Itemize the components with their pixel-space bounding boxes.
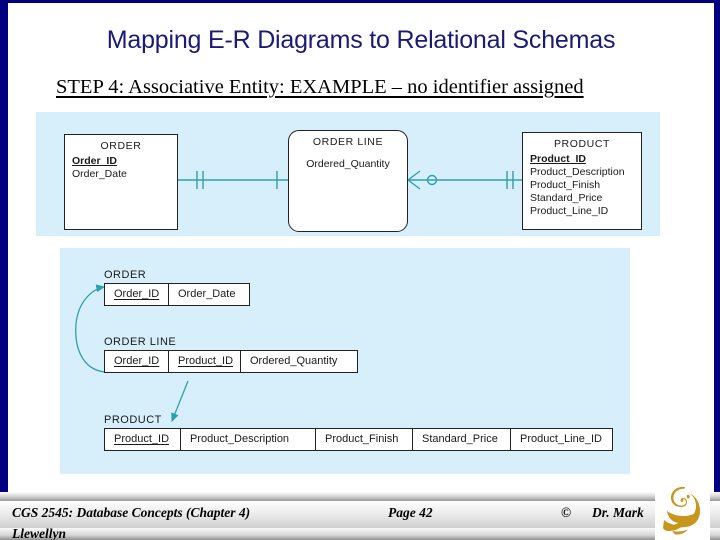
- footer-author-name-line2: Llewellyn: [12, 526, 66, 540]
- er-entity-product-title: PRODUCT: [553, 138, 611, 150]
- relation-order-line-col-ordered-quantity: Ordered_Quantity: [250, 355, 338, 367]
- relation-order-line-col-order-id: Order_ID: [105, 351, 169, 372]
- relation-product-col-product-description: Product_Description: [181, 429, 316, 450]
- er-attribute-order-date: Order_Date: [72, 168, 127, 180]
- relation-order-name: ORDER: [104, 269, 147, 281]
- relation-order-col-order-id: Order_ID: [105, 284, 169, 305]
- footer-bar-bottom: [0, 528, 720, 540]
- relation-product-col-standard-price: Standard_Price: [413, 429, 511, 450]
- er-entity-order: ORDER Order_ID Order_Date: [64, 134, 178, 230]
- er-entity-product: PRODUCT Product_ID Product_Description P…: [522, 132, 642, 230]
- relation-order-line-name: ORDER LINE: [104, 336, 177, 348]
- relation-order-line: ORDER LINE Order_ID Product_ID Ordered_Q…: [104, 336, 358, 373]
- slide-border-right: [714, 0, 720, 540]
- er-entity-order-line: ORDER LINE Ordered_Quantity: [288, 130, 408, 232]
- footer-course-label: CGS 2545: Database Concepts (Chapter 4): [12, 505, 251, 520]
- footer-page-number: Page 42: [388, 505, 433, 520]
- er-attribute-standard-price: Standard_Price: [530, 192, 603, 204]
- er-attribute-product-id: Product_ID: [530, 153, 587, 165]
- relation-order-line-table: Order_ID Product_ID Ordered_Quantity: [104, 350, 358, 373]
- page-subtitle: STEP 4: Associative Entity: EXAMPLE – no…: [56, 76, 584, 98]
- footer-author-name: Dr. Mark: [592, 505, 644, 520]
- relation-product-table: Product_ID Product_Description Product_F…: [104, 428, 613, 451]
- relation-order-line-col-product-id: Product_ID: [169, 351, 241, 372]
- relation-product-col-product-finish: Product_Finish: [316, 429, 413, 450]
- page-title: Mapping E-R Diagrams to Relational Schem…: [106, 26, 616, 54]
- slide-border-left: [0, 0, 8, 540]
- er-entity-order-line-title: ORDER LINE: [312, 136, 384, 148]
- relation-order: ORDER Order_ID Order_Date: [104, 269, 250, 306]
- relation-product-col-product-id: Product_ID: [105, 429, 181, 450]
- relation-order-table: Order_ID Order_Date: [104, 283, 250, 306]
- relation-order-col-order-date: Order_Date: [178, 288, 236, 300]
- er-attribute-product-finish: Product_Finish: [530, 179, 601, 191]
- relation-product-name: PRODUCT: [104, 414, 162, 426]
- er-attribute-ordered-quantity: Ordered_Quantity: [306, 158, 390, 170]
- slide: Mapping E-R Diagrams to Relational Schem…: [0, 0, 720, 540]
- footer-copyright-symbol: ©: [561, 505, 572, 520]
- er-entity-order-title: ORDER: [100, 140, 142, 152]
- pegasus-icon: [663, 486, 700, 535]
- pegasus-logo-container: [655, 481, 710, 540]
- er-attribute-order-id: Order_ID: [72, 155, 117, 167]
- relation-product-col-product-line-id: Product_Line_ID: [520, 433, 602, 445]
- slide-border-top: [0, 0, 720, 3]
- er-attribute-product-description: Product_Description: [530, 166, 625, 178]
- relation-product: PRODUCT Product_ID Product_Description P…: [104, 414, 613, 451]
- slide-footer: CGS 2545: Database Concepts (Chapter 4) …: [0, 492, 720, 540]
- footer-bar-top: [0, 492, 720, 501]
- er-attribute-product-line-id: Product_Line_ID: [530, 205, 609, 217]
